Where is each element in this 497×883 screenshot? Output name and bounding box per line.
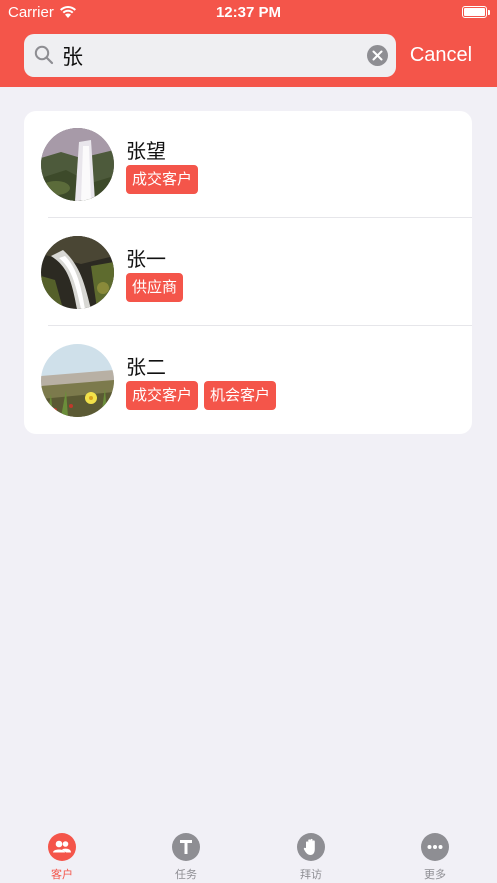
cancel-button[interactable]: Cancel [406,42,476,68]
contact-name: 张一 [126,247,166,271]
tab-label: 客户 [51,868,73,881]
tab-label: 拜访 [300,868,322,881]
tab-label: 更多 [424,868,446,881]
tab-more[interactable]: 更多 [395,833,475,883]
status-badge: 成交客户 [126,381,199,410]
tab-tasks[interactable]: 任务 [146,833,226,883]
waterfall-photo-icon [41,128,114,201]
contact-name: 张望 [126,139,166,163]
avatar [41,344,114,417]
people-icon [48,833,76,861]
divider [48,217,472,218]
search-header: Carrier 12:37 PM Cancel [0,0,497,87]
status-bar: Carrier 12:37 PM [0,0,497,26]
flower-field-photo-icon [41,344,114,417]
stream-photo-icon [41,236,114,309]
contact-name: 张二 [126,355,166,379]
tab-visits[interactable]: 拜访 [271,833,351,883]
status-badge: 供应商 [126,273,184,302]
battery-icon [462,6,490,18]
divider [48,325,472,326]
search-bar[interactable] [24,34,396,77]
list-item[interactable]: 张一 供应商 [24,219,472,326]
t-icon [172,833,200,861]
list-item[interactable]: 张望 成交客户 [24,111,472,218]
contact-tags: 成交客户 机会客户 [126,381,277,410]
avatar [41,236,114,309]
search-icon [34,45,54,65]
contact-tags: 供应商 [126,273,184,302]
status-badge: 成交客户 [126,165,199,194]
hand-icon [297,833,325,861]
status-time: 12:37 PM [215,4,282,21]
clear-search-button[interactable] [367,45,388,66]
search-results-list: 张望 成交客户 张一 供应商 张二 成交客户 机会客户 [24,111,472,434]
tab-customers[interactable]: 客户 [22,833,102,883]
more-icon [421,833,449,861]
close-icon [372,50,383,61]
list-item[interactable]: 张二 成交客户 机会客户 [24,327,472,434]
tab-bar: 客户 任务 拜访 更多 [0,823,497,883]
contact-tags: 成交客户 [126,165,199,194]
search-input[interactable] [62,41,352,71]
tab-label: 任务 [175,868,197,881]
status-badge: 机会客户 [204,381,277,410]
avatar [41,128,114,201]
